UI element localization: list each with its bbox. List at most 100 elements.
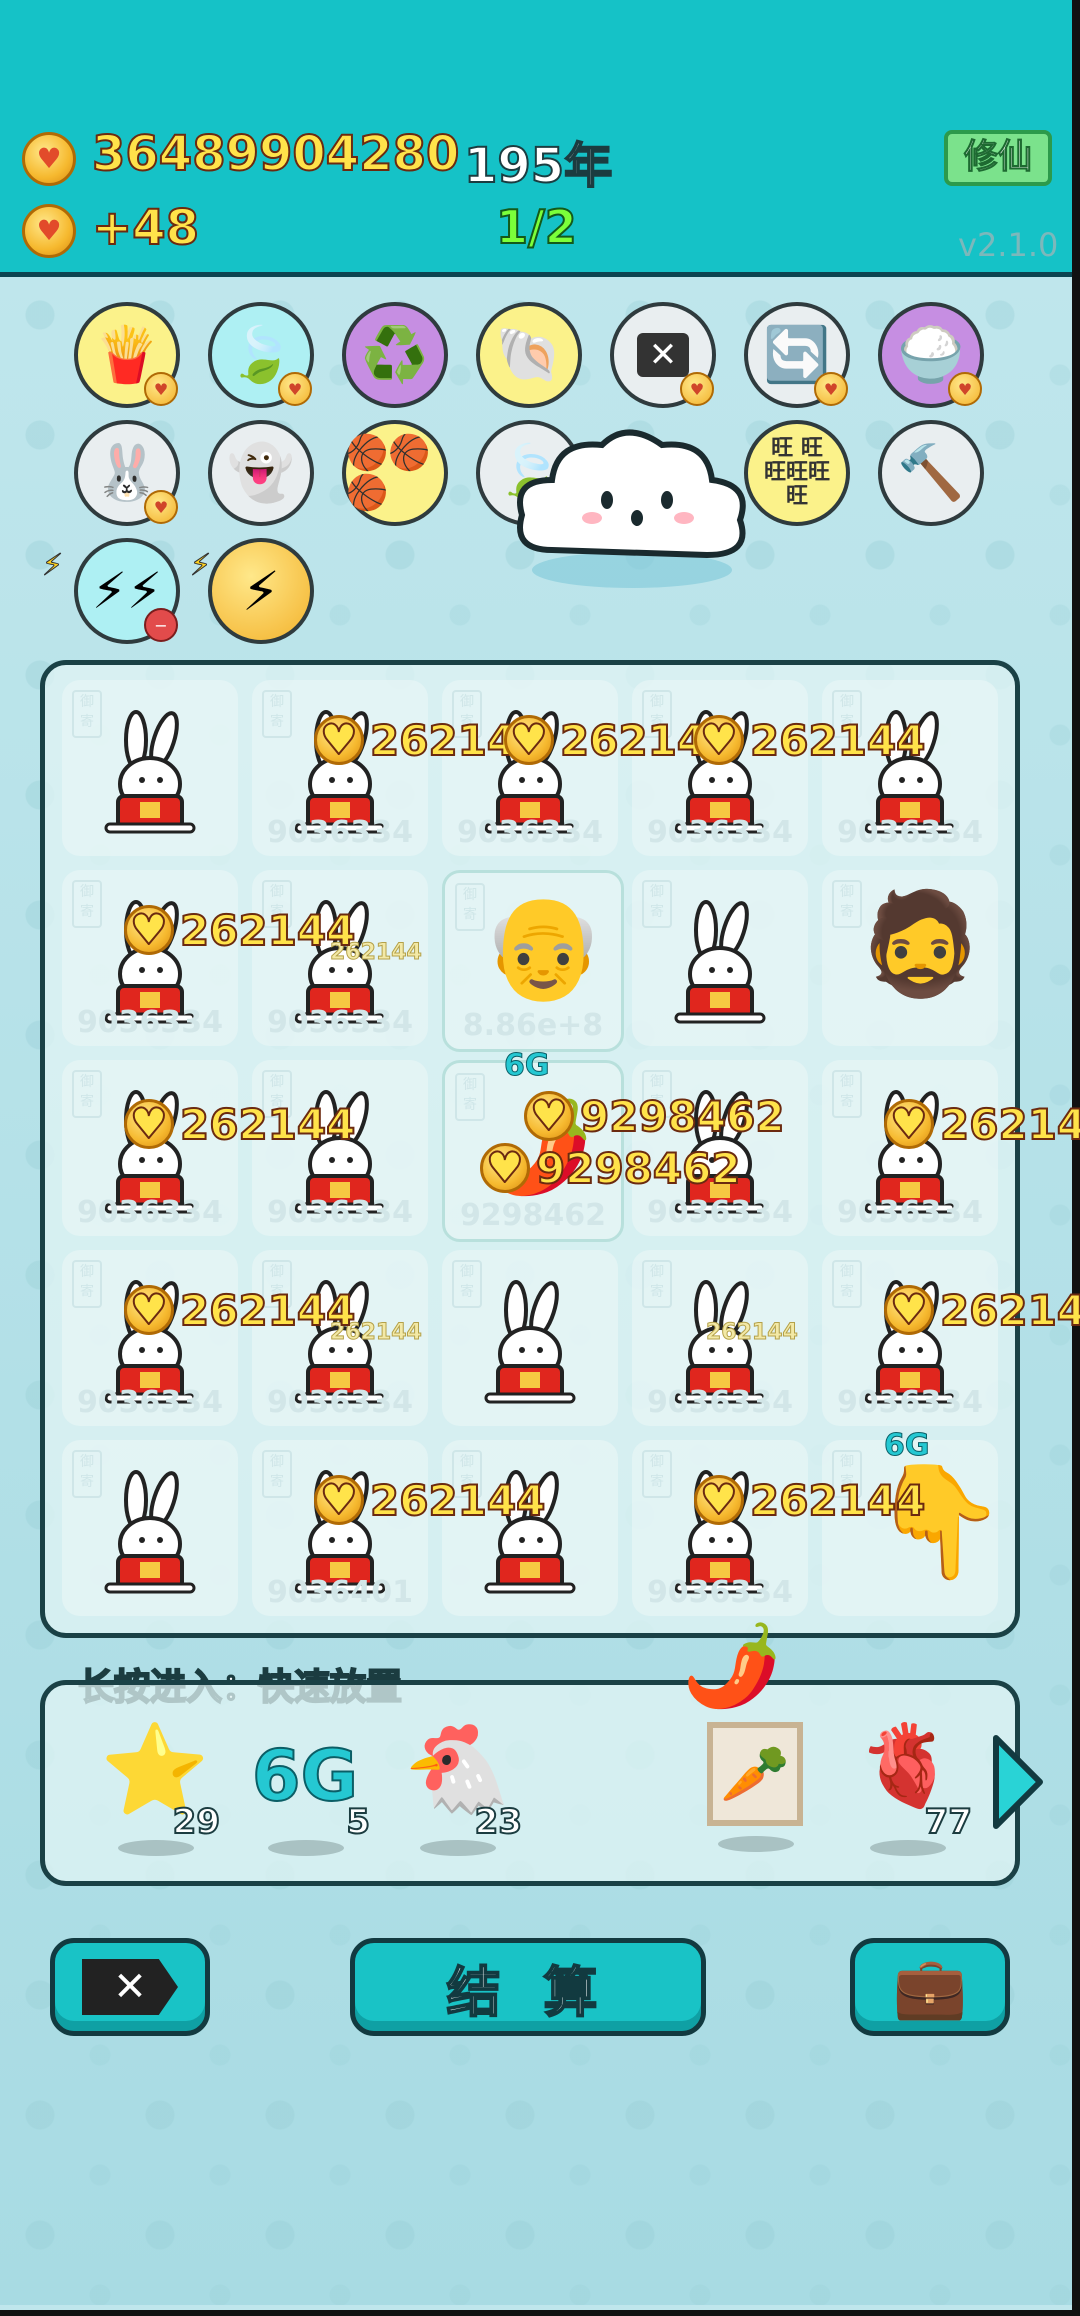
bonus-label: ♥262144: [694, 712, 926, 768]
shell-icon[interactable]: 🐚: [476, 302, 582, 408]
bunny-icon[interactable]: 🐰 ♥: [74, 420, 180, 526]
coin-icon: ♥: [22, 132, 76, 186]
cell-tag: 御寄: [72, 1260, 102, 1308]
briefcase-button[interactable]: 💼: [850, 1938, 1010, 2036]
inventory-item-carrot-frame[interactable]: 🥕: [700, 1722, 810, 1852]
settle-label: 结 算: [446, 1960, 610, 2025]
grid-cell[interactable]: 御寄 🧔: [822, 870, 998, 1046]
grid-cell[interactable]: 御寄: [442, 1440, 618, 1616]
screen-edge: [0, 2310, 1080, 2316]
grid-cell[interactable]: 御寄 9036334: [62, 1250, 238, 1426]
inventory-item-6g[interactable]: 6G 5: [250, 1726, 371, 1856]
battery-lightning-icon[interactable]: ⚡⚡ −: [74, 538, 180, 644]
coin-icon: ♥: [480, 1143, 530, 1193]
hammer-icon[interactable]: 🔨: [878, 420, 984, 526]
inventory-item-star[interactable]: ⭐ 29: [100, 1726, 221, 1856]
inventory-item-liver[interactable]: 🫀 77: [852, 1719, 973, 1856]
grid-cell[interactable]: 御寄 👴 8.86e+8: [442, 870, 624, 1052]
ghost-icon[interactable]: 👻: [208, 420, 314, 526]
cloud-mascot[interactable]: [512, 420, 752, 600]
coin-icon: ♥: [314, 1475, 364, 1525]
cell-value: 9036334: [76, 1195, 224, 1230]
recycle-icon[interactable]: ♻️: [342, 302, 448, 408]
grid-cell[interactable]: 御寄: [442, 1250, 618, 1426]
bonus-label: ♥262144: [124, 1096, 356, 1152]
grid-cell[interactable]: 御寄: [62, 1440, 238, 1616]
bonus-label: ♥262144: [314, 1472, 546, 1528]
grid-cell[interactable]: 御寄 9036334: [252, 680, 428, 856]
grid-cell[interactable]: 御寄 9036334: [62, 870, 238, 1046]
settle-button[interactable]: 结 算: [350, 1938, 706, 2036]
cell-value: 9036334: [836, 815, 984, 850]
basketballs-icon[interactable]: 🏀🏀🏀: [342, 420, 448, 526]
fries-icon[interactable]: 🍟 ♥: [74, 302, 180, 408]
bonus-label: ♥262144: [884, 1282, 1080, 1338]
chili-pepper-icon: 🌶️: [682, 1619, 782, 1712]
year-counter: 195年: [463, 137, 613, 195]
item-count: 5: [345, 1801, 371, 1843]
carrot-frame-icon: 🥕: [707, 1722, 803, 1826]
cell-tag: 御寄: [262, 1450, 292, 1498]
cell-value: 9036334: [266, 1195, 414, 1230]
grid-cell[interactable]: 御寄 9036401: [252, 1440, 428, 1616]
cell-tag: 御寄: [452, 1260, 482, 1308]
bunny-icon: [674, 900, 766, 1024]
bonus-label: ♥262144: [124, 902, 356, 958]
grid-cell[interactable]: 御寄 9036334: [822, 680, 998, 856]
bunny-icon: [484, 1280, 576, 1404]
cell-value: 9036334: [836, 1385, 984, 1420]
cell-tag: 御寄: [642, 1450, 672, 1498]
shadow: [870, 1840, 946, 1856]
grid-cell[interactable]: 御寄 9036334: [822, 1250, 998, 1426]
minus-badge-icon: −: [144, 608, 178, 642]
scroll-right-arrow-icon[interactable]: [990, 1732, 1046, 1832]
grid-cell[interactable]: 御寄 9036334: [442, 680, 618, 856]
grandpa-face-icon: 👴: [481, 888, 606, 1005]
liver-icon: 🫀: [857, 1719, 957, 1812]
bonus-label: ♥ 9298462: [524, 1088, 786, 1144]
spark-icon: ⚡: [189, 548, 212, 584]
item-count: 23: [474, 1801, 523, 1843]
man-face-icon: 🧔: [858, 885, 983, 1002]
cell-tag: 御寄: [72, 880, 102, 928]
coin-icon: ♥: [124, 1285, 174, 1335]
coin-icon: ♥: [504, 715, 554, 765]
cell-value: 9298462: [459, 1198, 607, 1233]
rice-bowl-icon[interactable]: 🍚 ♥: [878, 302, 984, 408]
grid-cell[interactable]: 御寄 9036334: [632, 680, 808, 856]
delete-tag-icon[interactable]: ✕ ♥: [610, 302, 716, 408]
leaf-icon[interactable]: 🍃 ♥: [208, 302, 314, 408]
bunny-icon: [104, 1470, 196, 1594]
cell-value: 9036334: [456, 815, 604, 850]
cell-tag: 御寄: [642, 880, 672, 928]
cell-value: 9036334: [646, 1575, 794, 1610]
coin-icon: ♥: [22, 204, 76, 258]
income-rate: +48: [91, 199, 200, 257]
cell-value: 9036334: [266, 1385, 414, 1420]
screen-edge: [1072, 0, 1080, 2316]
cell-value: 9036401: [266, 1575, 414, 1610]
discard-button[interactable]: ✕: [50, 1938, 210, 2036]
chicken-icon: 🐔: [403, 1719, 511, 1819]
cell-value: 9036334: [266, 1005, 414, 1040]
grid-cell[interactable]: 御寄 9036334: [632, 1440, 808, 1616]
cell-tag: 御寄: [72, 1070, 102, 1118]
grid-cell[interactable]: 御寄: [632, 870, 808, 1046]
bonus-label: ♥262144: [884, 1096, 1080, 1152]
cell-tag: 御寄: [832, 1070, 862, 1118]
cell-value: 9036334: [266, 815, 414, 850]
bunny-icon: [104, 710, 196, 834]
cultivate-button[interactable]: 修仙: [944, 130, 1052, 186]
grid-cell[interactable]: 御寄: [62, 680, 238, 856]
lightning-coin-icon[interactable]: ⚡: [208, 538, 314, 644]
cell-value: 9036334: [646, 1385, 794, 1420]
page-indicator: 1/2: [495, 199, 578, 255]
coin-icon: ♥: [524, 1091, 574, 1141]
coin-icon: ♥: [694, 715, 744, 765]
refresh-icon[interactable]: 🔄 ♥: [744, 302, 850, 408]
wang-icon[interactable]: 旺 旺旺旺旺旺: [744, 420, 850, 526]
coin-badge-icon: ♥: [814, 372, 848, 406]
inventory-item-chicken[interactable]: 🐔 23: [402, 1719, 523, 1856]
cell-tag: 御寄: [262, 690, 292, 738]
coin-badge-icon: ♥: [948, 372, 982, 406]
